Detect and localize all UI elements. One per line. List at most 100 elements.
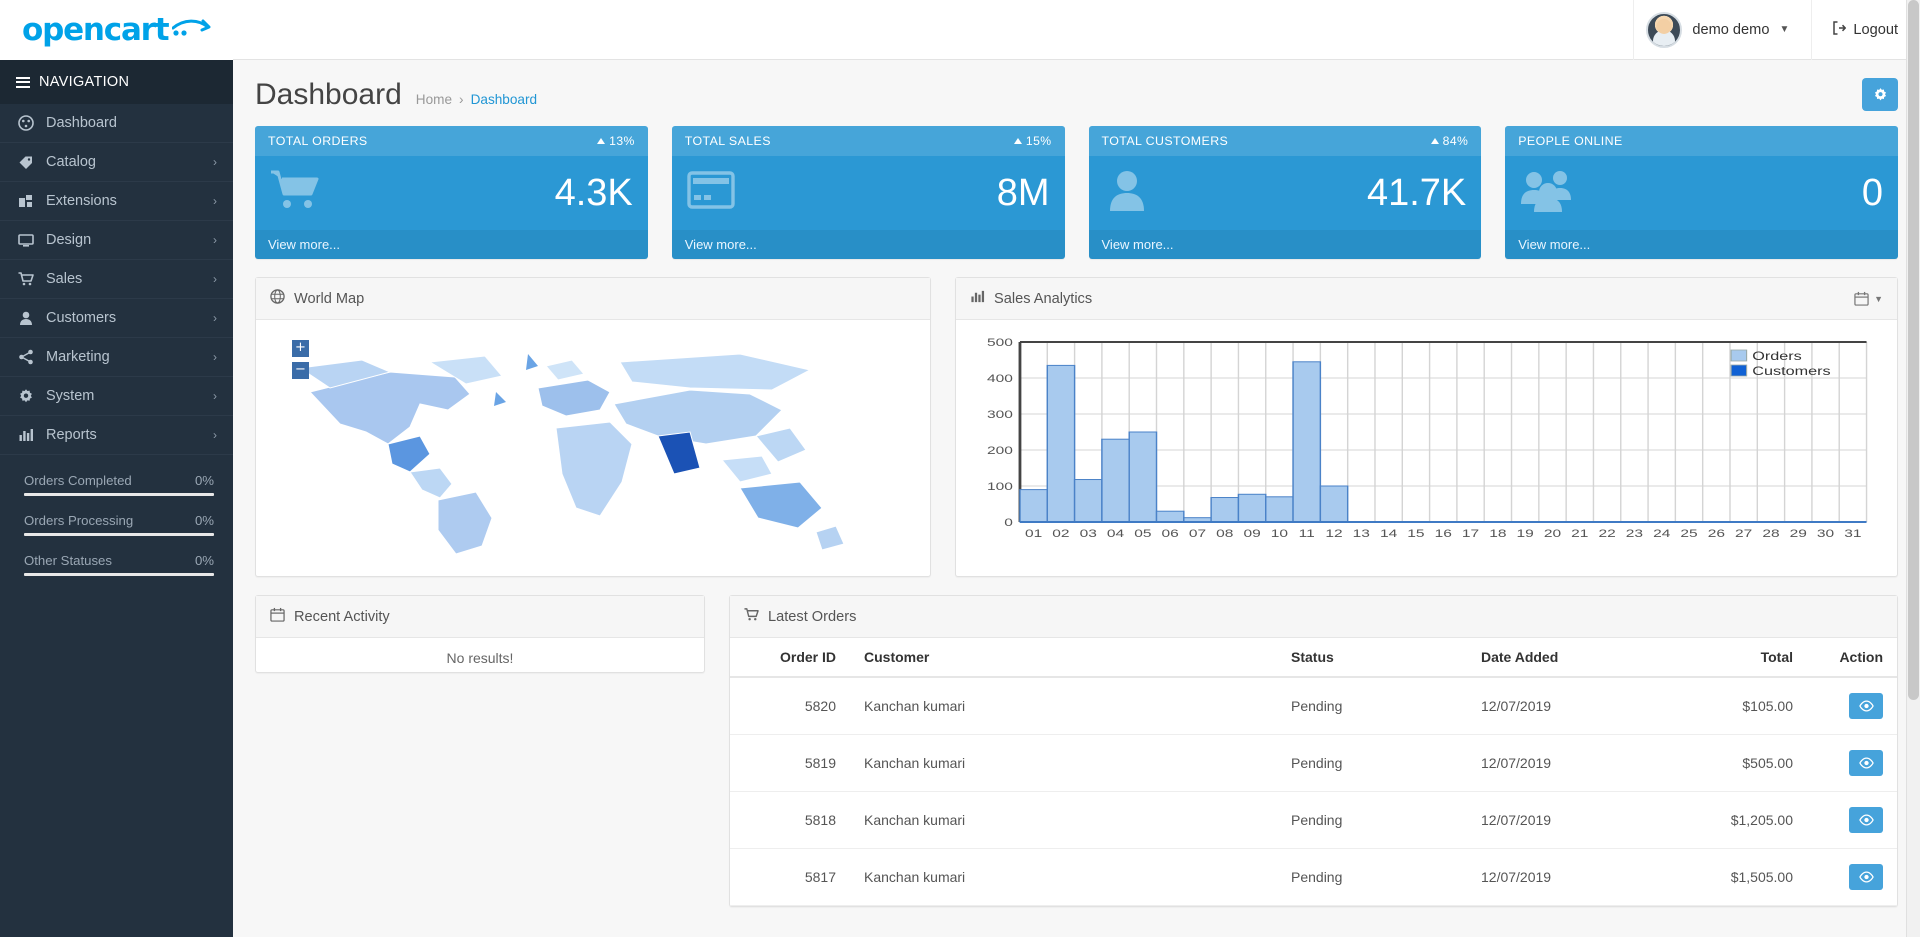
progress-value: 0% (194, 513, 214, 528)
table-header-row: Order ID Customer Status Date Added Tota… (730, 638, 1897, 678)
stat-card-percent: 15% (1025, 134, 1052, 148)
gear-icon (16, 388, 35, 404)
svg-text:01: 01 (1025, 527, 1042, 539)
breadcrumb-home[interactable]: Home (416, 92, 452, 107)
progress-track (24, 493, 214, 496)
breadcrumb-current[interactable]: Dashboard (471, 92, 538, 107)
sidebar-item-label: Dashboard (46, 115, 117, 131)
svg-text:20: 20 (1544, 527, 1561, 539)
cell-customer: Kanchan kumari (850, 734, 1277, 792)
svg-text:0: 0 (1004, 516, 1013, 528)
stat-card-title: TOTAL SALES (684, 134, 771, 148)
stat-card-view-more[interactable]: View more... (671, 230, 1065, 259)
stat-card-view-more[interactable]: View more... (1088, 230, 1482, 259)
svg-text:15: 15 (1407, 527, 1424, 539)
sidebar-item-extensions[interactable]: Extensions › (0, 182, 233, 221)
sidebar-item-sales[interactable]: Sales › (0, 260, 233, 299)
svg-text:30: 30 (1817, 527, 1834, 539)
view-order-button[interactable] (1849, 864, 1883, 890)
progress-value: 0% (194, 473, 214, 488)
panel-title: Latest Orders (768, 608, 857, 625)
column-header-total: Total (1657, 638, 1807, 678)
svg-text:18: 18 (1489, 527, 1506, 539)
sidebar-item-label: Sales (46, 271, 83, 287)
cell-date-added: 12/07/2019 (1467, 791, 1657, 849)
user-menu[interactable]: demo demo ▼ (1633, 0, 1813, 60)
cell-date-added: 12/07/2019 (1467, 734, 1657, 792)
sidebar-item-marketing[interactable]: Marketing › (0, 338, 233, 377)
trend-up-icon (1013, 138, 1022, 144)
view-order-button[interactable] (1849, 693, 1883, 719)
recent-activity-panel: Recent Activity No results! (255, 595, 705, 673)
avatar (1646, 11, 1683, 48)
svg-text:14: 14 (1380, 527, 1398, 539)
chevron-down-icon: ▼ (1874, 293, 1883, 304)
view-order-button[interactable] (1849, 750, 1883, 776)
user-name: demo demo (1692, 21, 1770, 38)
chevron-right-icon: › (213, 350, 217, 364)
cell-customer: Kanchan kumari (850, 791, 1277, 849)
page-header: Dashboard Home › Dashboard (233, 60, 1920, 112)
chart-range-selector[interactable]: ▼ (1854, 291, 1883, 306)
cell-status: Pending (1277, 734, 1467, 792)
globe-icon (270, 289, 285, 308)
navigation-label: NAVIGATION (39, 74, 130, 90)
sidebar-item-system[interactable]: System › (0, 377, 233, 416)
map-svg (298, 353, 845, 555)
progress-label: Orders Processing (24, 513, 134, 528)
stat-card-total-customers: TOTAL CUSTOMERS 84% 41.7K View more... (1088, 126, 1482, 259)
sidebar-item-label: Catalog (46, 154, 96, 170)
cart-icon (744, 607, 759, 626)
stat-card-value: 4.3K (554, 171, 633, 214)
cell-total: $1,505.00 (1657, 848, 1807, 906)
chevron-right-icon: › (213, 155, 217, 169)
panel-title: Sales Analytics (994, 290, 1093, 307)
stat-card-title: PEOPLE ONLINE (1518, 134, 1623, 148)
logout-button[interactable]: Logout (1812, 20, 1898, 39)
sidebar-item-design[interactable]: Design › (0, 221, 233, 260)
bar-chart-icon (970, 289, 985, 308)
settings-button[interactable] (1862, 78, 1898, 111)
sidebar-item-customers[interactable]: Customers › (0, 299, 233, 338)
svg-text:Orders: Orders (1752, 349, 1802, 362)
sidebar-item-label: Design (46, 232, 92, 248)
progress-other-statuses: Other Statuses 0% (24, 553, 214, 576)
cell-action (1807, 734, 1897, 792)
stat-card-total-orders: TOTAL ORDERS 13% 4.3K View more... (255, 126, 648, 259)
calendar-icon (270, 607, 285, 626)
page-scrollbar[interactable] (1906, 0, 1920, 937)
sidebar-item-label: Marketing (46, 349, 110, 365)
scrollbar-thumb[interactable] (1908, 0, 1919, 700)
svg-text:13: 13 (1353, 527, 1370, 539)
progress-track (24, 533, 214, 536)
activity-orders-row: Recent Activity No results! Latest Order… (255, 595, 1898, 907)
tag-icon (16, 154, 35, 170)
cart-logo-icon (172, 17, 212, 43)
stat-card-people-online: PEOPLE ONLINE 0 View more... (1505, 126, 1898, 259)
latest-orders-table: Order ID Customer Status Date Added Tota… (730, 638, 1897, 906)
chart-svg: 0 100 200 300 400 500 01 02 03 04 05 06 07 08 09 10 11 12… (987, 336, 1868, 539)
stat-card-title: TOTAL ORDERS (268, 134, 368, 148)
svg-text:19: 19 (1517, 527, 1534, 539)
sidebar-item-dashboard[interactable]: Dashboard (0, 104, 233, 143)
map-zoom-in-button[interactable]: + (292, 340, 309, 357)
sidebar-item-reports[interactable]: Reports › (0, 416, 233, 455)
stat-card-view-more[interactable]: View more... (1505, 230, 1898, 259)
svg-text:200: 200 (987, 444, 1013, 456)
navigation-header: NAVIGATION (0, 60, 233, 104)
logo[interactable]: opencart (0, 0, 233, 60)
dashboard-icon (16, 115, 35, 131)
sales-analytics-panel: Sales Analytics ▼ 0 100 200 300 400 500 01 02 03… (955, 277, 1898, 577)
map-zoom-out-button[interactable]: − (292, 362, 309, 379)
stat-card-trend: 13% (597, 134, 635, 148)
cell-status: Pending (1277, 677, 1467, 735)
stat-card-view-more[interactable]: View more... (255, 230, 648, 259)
cell-status: Pending (1277, 791, 1467, 849)
svg-text:31: 31 (1844, 527, 1861, 539)
cell-date-added: 12/07/2019 (1467, 677, 1657, 735)
view-order-button[interactable] (1849, 807, 1883, 833)
world-map[interactable]: + − (270, 332, 916, 564)
latest-orders-body: 5820 Kanchan kumari Pending 12/07/2019 $… (730, 677, 1897, 906)
latest-orders-panel: Latest Orders Order ID Customer Status D… (729, 595, 1898, 907)
sidebar-item-catalog[interactable]: Catalog › (0, 143, 233, 182)
